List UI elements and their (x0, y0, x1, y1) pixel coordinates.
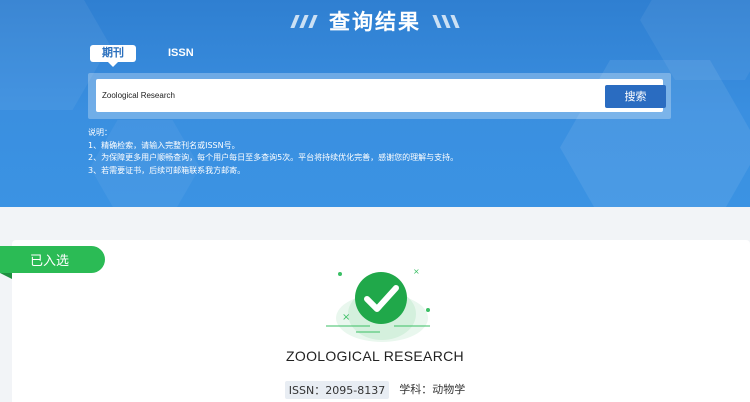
instructions: 说明： 1、精确检索，请输入完整刊名或ISSN号。 2、为保障更多用户顺畅查询，… (88, 127, 688, 177)
journal-meta: ISSN：2095-8137 学科：动物学 (0, 381, 750, 399)
status-badge: 已入选 (0, 246, 105, 279)
svg-text:×: × (342, 312, 350, 323)
instructions-heading: 说明： (88, 128, 112, 137)
header-banner: 查询结果 期刊 ISSN 搜索 说明： 1、精确检索，请输入完整刊名或ISSN号… (0, 0, 750, 207)
search-box: 搜索 (96, 79, 666, 112)
subject-label: 学科：动物学 (399, 383, 466, 396)
slash-decoration-left (290, 14, 318, 28)
instruction-line: 1、精确检索，请输入完整刊名或ISSN号。 (88, 140, 240, 150)
search-tabs: 期刊 ISSN (90, 45, 206, 67)
journal-name: ZOOLOGICAL RESEARCH (286, 348, 464, 364)
svg-text:×: × (413, 267, 420, 276)
search-container: 搜索 (88, 73, 671, 119)
issn-label: ISSN：2095-8137 (284, 381, 390, 399)
title-row: 查询结果 (0, 6, 750, 36)
tab-issn[interactable]: ISSN (156, 45, 206, 62)
search-input[interactable] (102, 85, 582, 106)
slash-decoration-right (432, 14, 460, 28)
instruction-line: 3、若需要证书，后续可邮箱联系我方邮寄。 (88, 165, 246, 175)
page-title: 查询结果 (329, 10, 421, 34)
check-circle-icon: × × (320, 262, 444, 342)
search-button[interactable]: 搜索 (605, 85, 666, 108)
instruction-line: 2、为保障更多用户顺畅查询，每个用户每日至多查询5次。平台将持续优化完善，感谢您… (88, 153, 459, 162)
tab-journal[interactable]: 期刊 (90, 45, 136, 67)
